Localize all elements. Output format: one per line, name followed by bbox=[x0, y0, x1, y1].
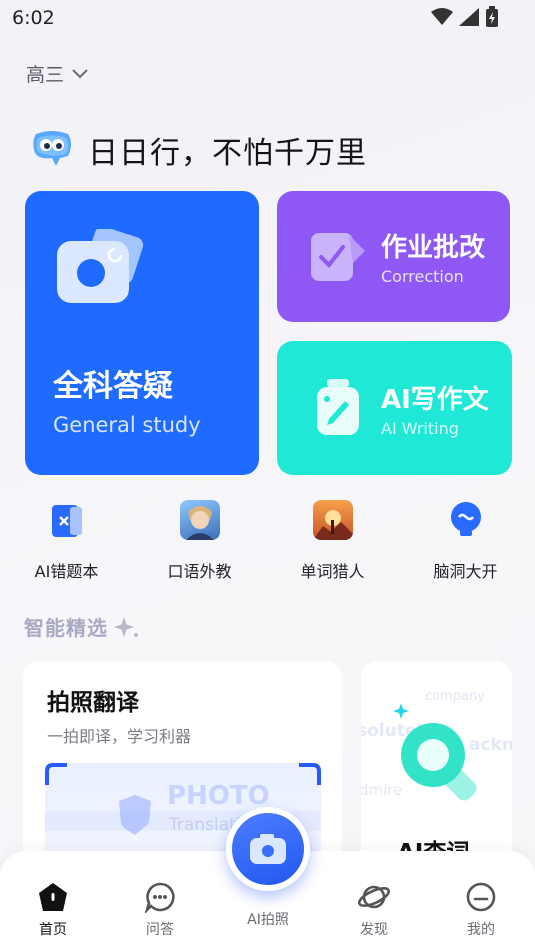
correction-subtitle: Correction bbox=[381, 267, 464, 286]
camera-card-icon bbox=[57, 229, 144, 303]
sparkle-icon bbox=[114, 616, 138, 637]
check-doc-icon bbox=[311, 233, 365, 281]
status-bar: 6:02 bbox=[0, 0, 535, 36]
quick-label: 单词猎人 bbox=[300, 562, 365, 581]
brain-bulb-icon bbox=[446, 500, 486, 540]
ai-dictionary-card[interactable]: company solutel ackno dmire AI查词 bbox=[361, 661, 512, 881]
signal-icon bbox=[459, 8, 479, 26]
quick-label: AI错题本 bbox=[34, 562, 99, 581]
nav-discover[interactable]: 发现 bbox=[339, 881, 409, 939]
correction-title: 作业批改 bbox=[381, 233, 486, 263]
greeting: 日日行，不怕千万里 bbox=[30, 128, 367, 172]
pen-bottle-icon bbox=[317, 379, 359, 435]
nav-label: 首页 bbox=[39, 922, 67, 938]
nav-qa[interactable]: 问答 bbox=[125, 881, 195, 939]
error-book-icon bbox=[47, 500, 87, 540]
writing-subtitle: AI Writing bbox=[381, 419, 459, 438]
quick-item-brainstorm[interactable]: 脑洞大开 bbox=[399, 500, 532, 582]
translate-subtitle: 一拍即译，学习利器 bbox=[47, 727, 192, 746]
translate-title: 拍照翻译 bbox=[47, 690, 139, 716]
nav-label: AI拍照 bbox=[247, 912, 289, 928]
general-study-card[interactable]: 全科答疑 General study bbox=[25, 191, 259, 475]
camera-icon bbox=[250, 834, 286, 864]
battery-icon bbox=[486, 6, 498, 27]
quick-item-error-book[interactable]: AI错题本 bbox=[0, 500, 133, 582]
mascot-icon bbox=[33, 131, 71, 166]
nav-profile[interactable]: 我的 bbox=[446, 881, 516, 939]
profile-icon bbox=[466, 882, 496, 912]
word-hunter-icon bbox=[312, 500, 353, 540]
homework-correction-card[interactable]: 作业批改 Correction bbox=[277, 191, 510, 322]
wifi-icon bbox=[431, 8, 453, 25]
ai-camera-button[interactable] bbox=[226, 807, 310, 891]
quick-label: 口语外教 bbox=[167, 562, 232, 581]
greeting-text: 日日行，不怕千万里 bbox=[88, 136, 367, 171]
quick-item-word-hunter[interactable]: 单词猎人 bbox=[266, 500, 399, 582]
translate-bg-word: PHOTO bbox=[167, 781, 270, 811]
grade-selector[interactable]: 高三 bbox=[26, 60, 88, 87]
nav-ai-photo[interactable]: AI拍照 bbox=[233, 909, 303, 929]
nav-home[interactable]: 首页 bbox=[18, 881, 88, 939]
general-study-title: 全科答疑 bbox=[53, 369, 173, 404]
quick-label: 脑洞大开 bbox=[433, 562, 498, 581]
planet-icon bbox=[357, 885, 391, 909]
quick-shortcuts: AI错题本 口语外教 单词猎人 脑洞大开 bbox=[0, 500, 535, 582]
grade-label: 高三 bbox=[26, 64, 65, 86]
ai-writing-card[interactable]: AI写作文 AI Writing bbox=[277, 341, 512, 475]
section-title-text: 智能精选 bbox=[24, 616, 108, 640]
section-title: 智能精选 bbox=[24, 612, 140, 641]
status-time: 6:02 bbox=[12, 7, 55, 29]
nav-label: 我的 bbox=[467, 922, 495, 938]
home-icon bbox=[39, 883, 67, 911]
nav-label: 发现 bbox=[360, 922, 388, 938]
magnifier-icon bbox=[393, 703, 477, 801]
chevron-down-icon bbox=[72, 68, 88, 78]
general-study-subtitle: General study bbox=[53, 413, 201, 437]
status-icons bbox=[431, 6, 499, 28]
chat-icon bbox=[144, 882, 175, 913]
writing-title: AI写作文 bbox=[381, 385, 489, 415]
quick-item-tutor[interactable]: 口语外教 bbox=[133, 500, 266, 582]
tutor-avatar-icon bbox=[179, 500, 220, 540]
nav-label: 问答 bbox=[146, 922, 174, 938]
